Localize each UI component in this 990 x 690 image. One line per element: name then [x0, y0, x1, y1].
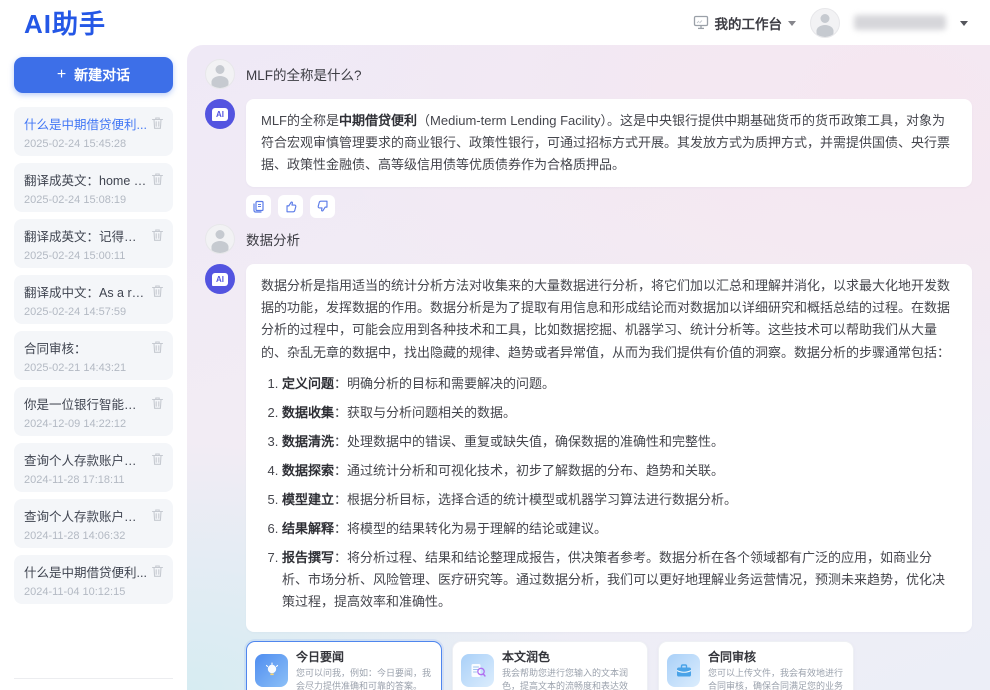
conversation-item[interactable]: 翻译成英文：home home2025-02-24 15:08:19	[14, 163, 173, 212]
feature-card-news[interactable]: 今日要闻您可以问我，例如：今日要闻，我会尽力提供准确和可靠的答案。	[246, 641, 442, 690]
conversation-item[interactable]: 合同审核：2025-02-21 14:43:21	[14, 331, 173, 380]
conversation-item[interactable]: 翻译成中文：As a reader...2025-02-24 14:57:59	[14, 275, 173, 324]
list-item: 报告撰写：将分析过程、结果和结论整理成报告，供决策者参考。数据分析在各个领域都有…	[282, 547, 957, 613]
new-chat-label: 新建对话	[74, 65, 130, 85]
ai-avatar-icon: AI	[205, 99, 235, 129]
user-avatar	[205, 224, 235, 254]
list-item: 结果解释：将模型的结果转化为易于理解的结论或建议。	[282, 518, 957, 540]
conversation-item[interactable]: 什么是中期借贷便利...2024-11-04 10:12:15	[14, 555, 173, 604]
conversation-item[interactable]: 你是一位银行智能客服，...2024-12-09 14:22:12	[14, 387, 173, 436]
username-redacted	[854, 15, 946, 30]
feature-area: 今日要闻您可以问我，例如：今日要闻，我会尽力提供准确和可靠的答案。 本文润色我会…	[246, 641, 972, 690]
thumbs-up-icon	[283, 199, 299, 214]
new-chat-button[interactable]: + 新建对话	[14, 57, 173, 93]
top-header: AI助手 我的工作台	[0, 0, 990, 45]
trash-icon[interactable]	[151, 172, 164, 186]
conversation-item[interactable]: 什么是中期借贷便利...2025-02-24 15:45:28	[14, 107, 173, 156]
doc-polish-icon	[461, 654, 494, 687]
analysis-steps-list: 定义问题：明确分析的目标和需要解决的问题。 数据收集：获取与分析问题相关的数据。…	[261, 373, 957, 614]
thumbs-down-button[interactable]	[310, 195, 335, 218]
chevron-down-icon[interactable]	[960, 21, 968, 26]
feature-card-polish[interactable]: 本文润色我会帮助您进行您输入的文本润色，提高文本的流畅度和表达效果。	[452, 641, 648, 690]
trash-icon[interactable]	[151, 340, 164, 354]
monitor-icon	[693, 15, 709, 30]
thumbs-down-icon	[315, 199, 331, 214]
user-message: 数据分析	[205, 222, 972, 256]
list-item: 数据收集：获取与分析问题相关的数据。	[282, 402, 957, 424]
list-item: 定义问题：明确分析的目标和需要解决的问题。	[282, 373, 957, 395]
ai-message: AI 数据分析是指用适当的统计分析方法对收集来的大量数据进行分析，将它们加以汇总…	[205, 264, 972, 631]
list-item: 数据清洗：处理数据中的错误、重复或缺失值，确保数据的准确性和完整性。	[282, 431, 957, 453]
conversation-item[interactable]: 查询个人存款账户的最新...2024-11-28 17:18:11	[14, 443, 173, 492]
thumbs-up-button[interactable]	[278, 195, 303, 218]
ai-message-bubble: 数据分析是指用适当的统计分析方法对收集来的大量数据进行分析，将它们加以汇总和理解…	[246, 264, 972, 631]
ai-message: AI MLF的全称是中期借贷便利（Medium-term Lending Fac…	[205, 99, 972, 187]
briefcase-icon	[667, 654, 700, 687]
copy-icon	[251, 199, 266, 214]
message-actions	[246, 195, 972, 218]
trash-icon[interactable]	[151, 284, 164, 298]
bulb-icon	[255, 654, 288, 687]
user-message: MLF的全称是什么?	[205, 57, 972, 91]
chevron-down-icon	[788, 21, 796, 26]
trash-icon[interactable]	[151, 228, 164, 242]
trash-icon[interactable]	[151, 452, 164, 466]
app-logo: AI助手	[24, 4, 106, 41]
trash-icon[interactable]	[151, 508, 164, 522]
list-item: 数据探索：通过统计分析和可视化技术，初步了解数据的分布、趋势和关联。	[282, 460, 957, 482]
user-message-text: 数据分析	[246, 229, 300, 249]
list-item: 模型建立：根据分析目标，选择合适的统计模型或机器学习算法进行数据分析。	[282, 489, 957, 511]
sidebar: + 新建对话 什么是中期借贷便利...2025-02-24 15:45:28 翻…	[0, 45, 187, 690]
ai-avatar-icon: AI	[205, 264, 235, 294]
ai-message-bubble: MLF的全称是中期借贷便利（Medium-term Lending Facili…	[246, 99, 972, 187]
conversation-list: 什么是中期借贷便利...2025-02-24 15:45:28 翻译成英文：ho…	[14, 107, 173, 604]
trash-icon[interactable]	[151, 396, 164, 410]
workspace-menu[interactable]: 我的工作台	[693, 13, 797, 33]
copy-button[interactable]	[246, 195, 271, 218]
sidebar-divider	[14, 678, 173, 690]
user-avatar[interactable]	[810, 8, 840, 38]
user-message-text: MLF的全称是什么?	[246, 64, 362, 84]
chat-panel: MLF的全称是什么? AI MLF的全称是中期借贷便利（Medium-term …	[187, 45, 990, 690]
user-avatar	[205, 59, 235, 89]
conversation-item[interactable]: 翻译成英文：记得刚开始...2025-02-24 15:00:11	[14, 219, 173, 268]
trash-icon[interactable]	[151, 564, 164, 578]
trash-icon[interactable]	[151, 116, 164, 130]
feature-card-contract[interactable]: 合同审核您可以上传文件，我会有效地进行合同审核，确保合同满足您的业务需求。	[658, 641, 854, 690]
feature-card-grid: 今日要闻您可以问我，例如：今日要闻，我会尽力提供准确和可靠的答案。 本文润色我会…	[246, 641, 854, 690]
workspace-label: 我的工作台	[715, 13, 783, 33]
plus-icon: +	[57, 66, 66, 84]
conversation-item[interactable]: 查询个人存款账户的最新...2024-11-28 14:06:32	[14, 499, 173, 548]
